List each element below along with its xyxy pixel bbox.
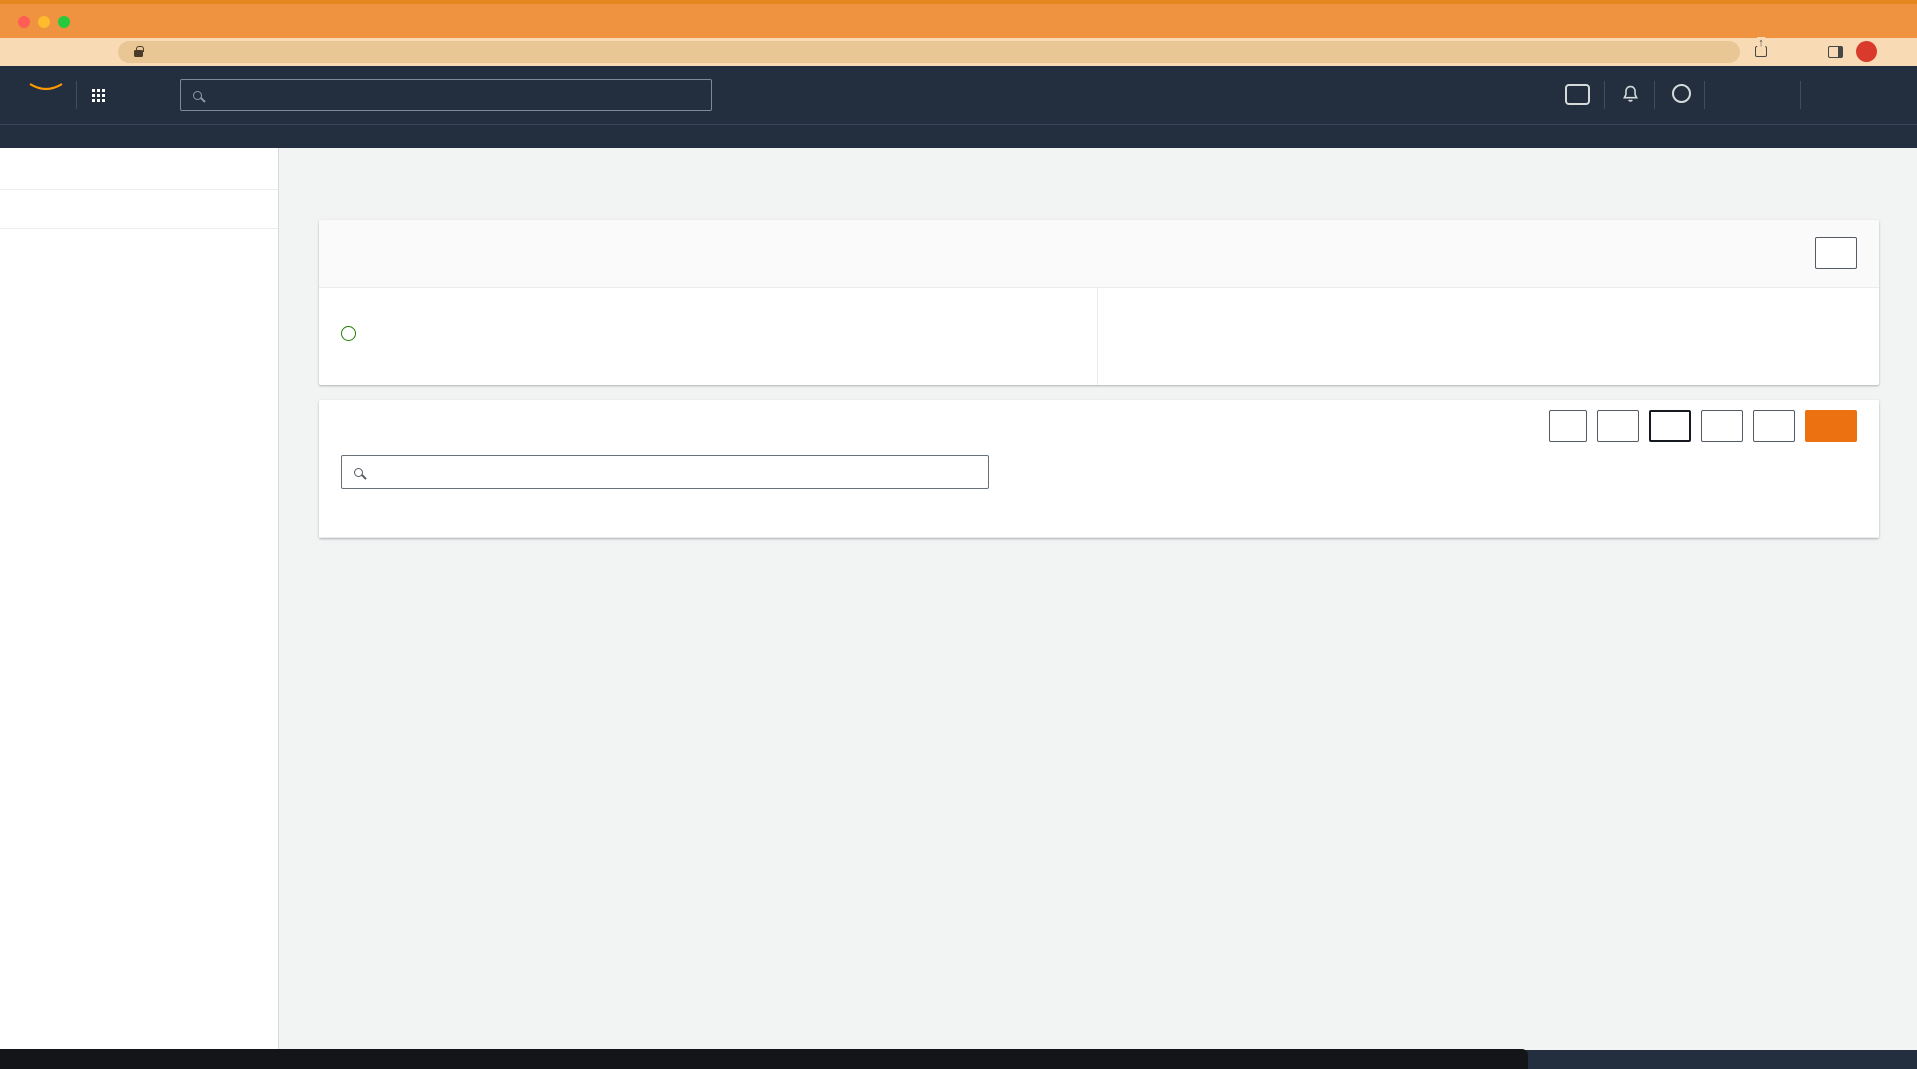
check-circle-icon [341, 326, 356, 341]
address-bar[interactable] [118, 41, 1740, 63]
breadcrumb [319, 182, 1879, 198]
account-menu[interactable] [1816, 88, 1823, 104]
browser-tab-strip [0, 0, 1917, 38]
backup-settings-card [319, 220, 1879, 385]
sidebar-section-dax[interactable] [0, 243, 278, 265]
backups-table [319, 501, 1879, 538]
screen [0, 0, 1917, 1069]
browser-tabs [84, 7, 1530, 38]
aws-logo[interactable] [24, 79, 68, 97]
aws-search-input[interactable] [214, 86, 699, 104]
refresh-button[interactable] [1549, 410, 1587, 442]
console-app [0, 148, 1917, 1050]
divider [0, 228, 278, 229]
search-icon [354, 468, 363, 477]
divider [1604, 81, 1605, 109]
view-details-button[interactable] [1597, 410, 1639, 442]
restore-button[interactable] [1649, 410, 1691, 442]
backups-card [319, 400, 1879, 538]
services-grid-icon[interactable] [92, 89, 105, 102]
aws-favorites-bar [0, 124, 1917, 148]
copy-button[interactable] [1701, 410, 1743, 442]
browser-toolbar [0, 38, 1917, 66]
table-header [319, 501, 1879, 538]
search-icon [193, 91, 202, 100]
window-close-button[interactable] [18, 16, 30, 28]
divider [1800, 81, 1801, 109]
lock-icon [134, 50, 143, 57]
aws-search-box[interactable] [180, 79, 712, 111]
main-content [280, 148, 1917, 1050]
aws-header [0, 66, 1917, 124]
divider [1654, 81, 1655, 109]
table-actions [1549, 410, 1857, 442]
aws-smile-icon [27, 82, 65, 92]
disable-button[interactable] [1815, 237, 1857, 269]
advanced-features-desc [1098, 288, 1879, 385]
enabled-status [341, 326, 1097, 341]
find-backups-search[interactable] [341, 455, 989, 489]
window-minimize-button[interactable] [38, 16, 50, 28]
side-panel-icon[interactable] [1828, 46, 1843, 58]
window-zoom-button[interactable] [58, 16, 70, 28]
divider [1704, 81, 1705, 109]
share-icon[interactable] [1755, 46, 1767, 57]
backups-card-title [341, 410, 347, 431]
create-backup-button[interactable] [1805, 410, 1857, 442]
browser-avatar[interactable] [1856, 41, 1877, 62]
find-backups-input[interactable] [385, 463, 976, 481]
cloudshell-icon[interactable] [1565, 84, 1590, 105]
delete-button[interactable] [1753, 410, 1795, 442]
status-url-bar [0, 1049, 1528, 1069]
help-icon[interactable] [1672, 84, 1691, 103]
notifications-bell-icon[interactable] [1622, 85, 1639, 108]
window-controls [18, 16, 70, 28]
divider [76, 81, 77, 109]
sidebar [0, 148, 279, 1050]
region-selector[interactable] [1722, 88, 1729, 104]
